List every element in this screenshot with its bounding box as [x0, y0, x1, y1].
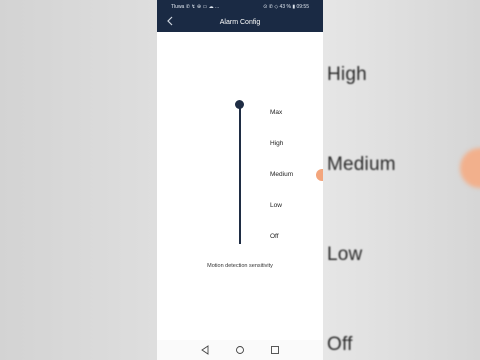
- status-bar: Tluwa ✆ ↯ ⊕ ▭ ☁ ... ⊙ ✆ ◇ 43 % ▮ 09:55: [157, 0, 323, 14]
- level-max[interactable]: Max: [270, 109, 282, 116]
- bg-label-medium: Medium: [327, 154, 396, 175]
- app-bar: Alarm Config: [157, 14, 323, 32]
- sensitivity-slider-handle[interactable]: [235, 100, 244, 109]
- status-left: Tluwa ✆ ↯ ⊕ ▭ ☁ ...: [171, 4, 220, 10]
- level-medium[interactable]: Medium: [270, 171, 293, 178]
- slider-caption: Motion detection sensitivity: [207, 263, 273, 269]
- level-off[interactable]: Off: [270, 233, 279, 240]
- background-left: [0, 0, 157, 360]
- bg-accent-dot: [460, 148, 480, 188]
- triangle-back-icon[interactable]: [199, 344, 211, 356]
- phone-screen: Tluwa ✆ ↯ ⊕ ▭ ☁ ... ⊙ ✆ ◇ 43 % ▮ 09:55 A…: [157, 0, 323, 360]
- circle-home-icon[interactable]: [234, 344, 246, 356]
- square-recent-icon[interactable]: [269, 344, 281, 356]
- system-nav-bar: [157, 340, 323, 360]
- status-right: ⊙ ✆ ◇ 43 % ▮ 09:55: [263, 4, 309, 10]
- background-right: High Medium Low Off: [323, 0, 480, 360]
- page-title: Alarm Config: [219, 19, 261, 26]
- bg-label-off: Off: [327, 334, 353, 355]
- edge-accent-marker[interactable]: [316, 169, 323, 181]
- level-high[interactable]: High: [270, 140, 283, 147]
- sensitivity-slider-track[interactable]: [239, 104, 241, 244]
- bg-label-high: High: [327, 64, 367, 85]
- bg-label-low: Low: [327, 244, 363, 265]
- level-low[interactable]: Low: [270, 202, 282, 209]
